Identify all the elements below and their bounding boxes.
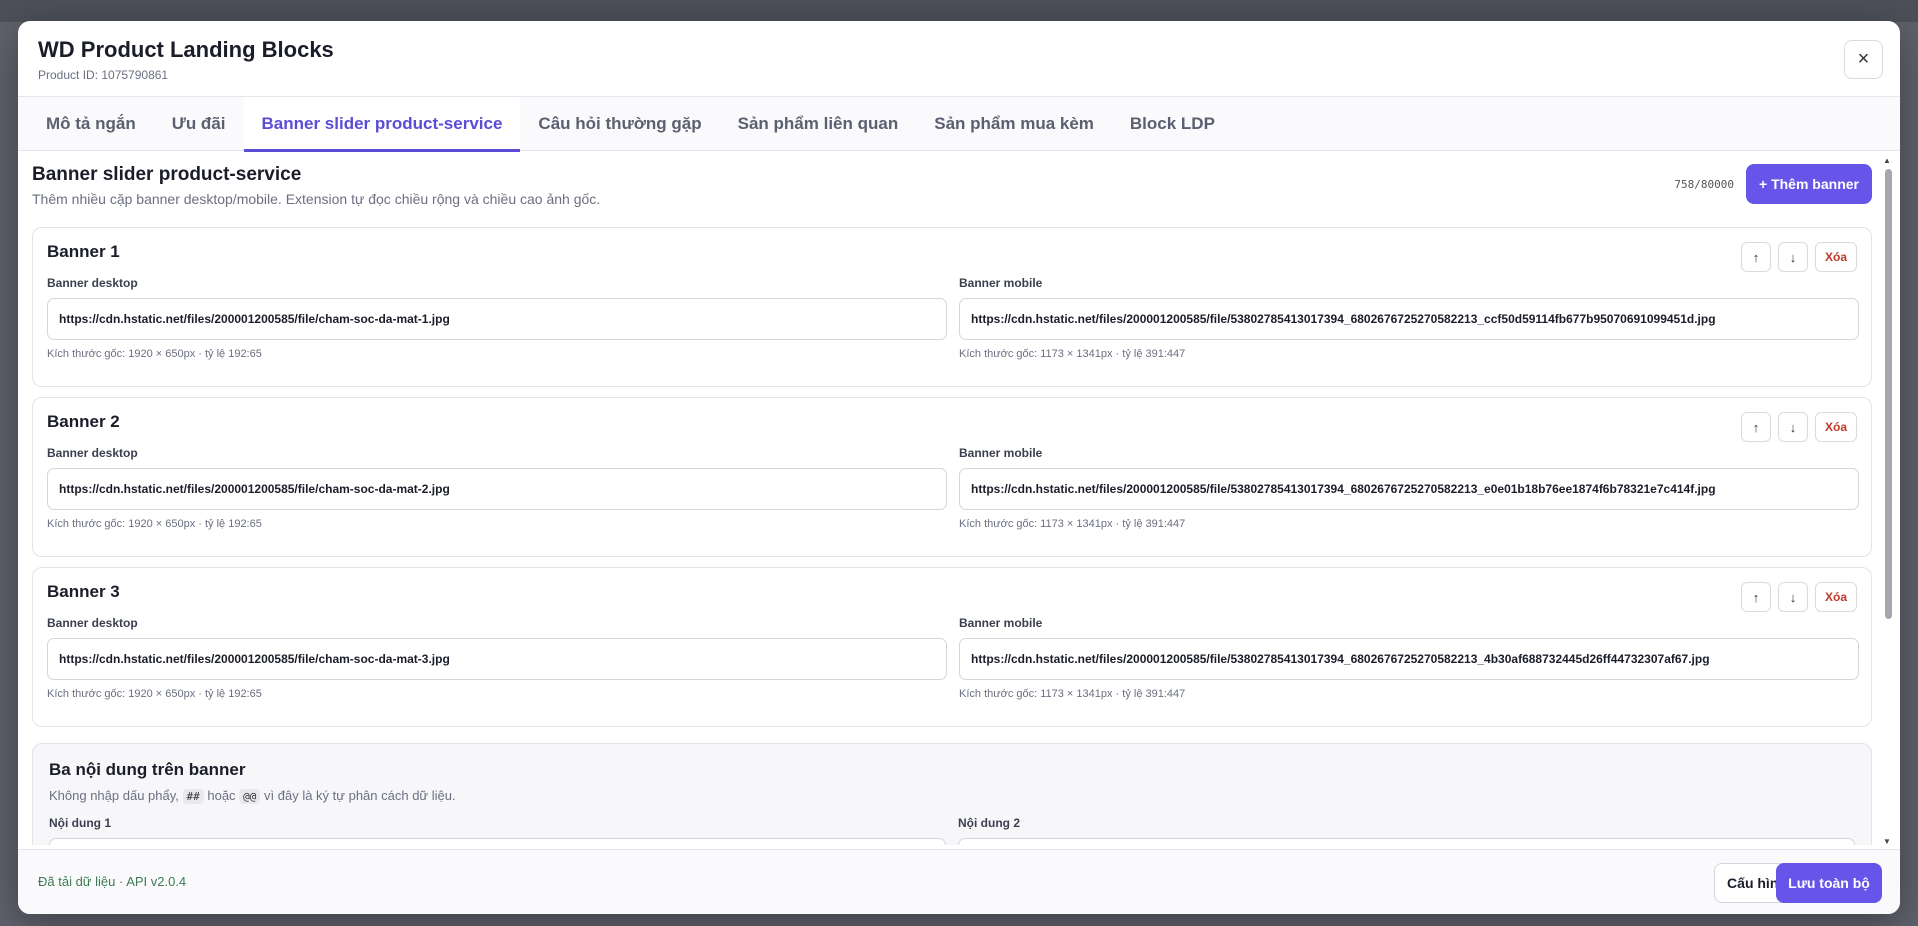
tab-mo-ta-ngan[interactable]: Mô tả ngắn (28, 97, 154, 151)
tab-banner-slider[interactable]: Banner slider product-service (243, 97, 521, 152)
mobile-field-group: Banner mobile https://cdn.hstatic.net/fi… (959, 276, 1859, 360)
close-button[interactable]: × (1844, 40, 1883, 79)
separator-code-1: ## (182, 789, 204, 804)
banner-actions: ↑ ↓ Xóa (1741, 242, 1857, 272)
tab-content: Banner slider product-service Thêm nhiều… (18, 152, 1876, 845)
move-up-button[interactable]: ↑ (1741, 412, 1771, 442)
mobile-label: Banner mobile (959, 276, 1043, 290)
mobile-label: Banner mobile (959, 446, 1043, 460)
desktop-field-group: Banner desktop https://cdn.hstatic.net/f… (47, 616, 947, 700)
mobile-url-input[interactable]: https://cdn.hstatic.net/files/2000012005… (959, 468, 1859, 510)
delete-banner-button[interactable]: Xóa (1815, 412, 1857, 442)
banner-title: Banner 2 (47, 412, 120, 431)
desktop-label: Banner desktop (47, 276, 138, 290)
modal-header: WD Product Landing Blocks Product ID: 10… (18, 21, 1900, 97)
mobile-size-hint: Kích thước gốc: 1173 × 1341px · tỷ lệ 39… (959, 688, 1186, 700)
mobile-field-group: Banner mobile https://cdn.hstatic.net/fi… (959, 616, 1859, 700)
modal-title: WD Product Landing Blocks (38, 37, 334, 62)
content-2-label: Nội dung 2 (958, 816, 1020, 830)
desc-text: Không nhập dấu phẩy, (49, 788, 183, 803)
content-2-group: Nội dung 2 (958, 816, 1855, 845)
tab-uu-dai[interactable]: Ưu đãi (154, 97, 244, 151)
desc-text: hoặc (203, 788, 240, 803)
arrow-down-icon: ↓ (1789, 419, 1797, 435)
status-text: Đã tải dữ liệu · API v2.0.4 (38, 874, 187, 889)
mobile-size-hint: Kích thước gốc: 1173 × 1341px · tỷ lệ 39… (959, 518, 1186, 530)
mobile-url-input[interactable]: https://cdn.hstatic.net/files/2000012005… (959, 638, 1859, 680)
save-all-button[interactable]: Lưu toàn bộ (1776, 863, 1882, 903)
scroll-up-icon[interactable]: ▲ (1883, 156, 1891, 165)
close-icon: × (1857, 48, 1870, 70)
modal-dialog: WD Product Landing Blocks Product ID: 10… (18, 21, 1900, 914)
separator-code-2: @@ (239, 789, 261, 804)
product-id: Product ID: 1075790861 (38, 68, 169, 82)
banner-actions: ↑ ↓ Xóa (1741, 582, 1857, 612)
banner-card: Banner 1 ↑ ↓ Xóa Banner desktop https://… (32, 227, 1872, 387)
section-header: Banner slider product-service Thêm nhiều… (32, 164, 1872, 216)
backdrop-bar (0, 0, 1918, 22)
mobile-url-input[interactable]: https://cdn.hstatic.net/files/2000012005… (959, 298, 1859, 340)
mobile-size-hint: Kích thước gốc: 1173 × 1341px · tỷ lệ 39… (959, 348, 1186, 360)
desktop-field-group: Banner desktop https://cdn.hstatic.net/f… (47, 276, 947, 360)
scroll-down-icon[interactable]: ▼ (1883, 837, 1891, 846)
tab-faq[interactable]: Câu hỏi thường gặp (520, 97, 719, 151)
move-down-button[interactable]: ↓ (1778, 242, 1808, 272)
modal-footer: Đã tải dữ liệu · API v2.0.4 Cấu hình Lưu… (18, 849, 1900, 914)
content-1-group: Nội dung 1 (49, 816, 946, 845)
section-description: Thêm nhiều cặp banner desktop/mobile. Ex… (32, 191, 601, 207)
add-banner-button[interactable]: + Thêm banner (1746, 164, 1872, 204)
delete-banner-button[interactable]: Xóa (1815, 242, 1857, 272)
tab-bundle-products[interactable]: Sản phẩm mua kèm (916, 97, 1112, 151)
desktop-field-group: Banner desktop https://cdn.hstatic.net/f… (47, 446, 947, 530)
section-title: Banner slider product-service (32, 164, 302, 185)
desktop-label: Banner desktop (47, 616, 138, 630)
banner-title: Banner 1 (47, 242, 120, 261)
content-block-description: Không nhập dấu phẩy, ## hoặc @@ vì đây l… (49, 788, 1855, 804)
delete-banner-button[interactable]: Xóa (1815, 582, 1857, 612)
banner-content-block: Ba nội dung trên banner Không nhập dấu p… (32, 743, 1872, 845)
content-block-title: Ba nội dung trên banner (49, 760, 246, 779)
content-1-label: Nội dung 1 (49, 816, 111, 830)
banner-card: Banner 2 ↑ ↓ Xóa Banner desktop https://… (32, 397, 1872, 557)
arrow-up-icon: ↑ (1752, 419, 1760, 435)
arrow-up-icon: ↑ (1752, 249, 1760, 265)
desktop-size-hint: Kích thước gốc: 1920 × 650px · tỷ lệ 192… (47, 518, 262, 530)
scrollbar[interactable]: ▲ ▼ (1880, 156, 1896, 846)
move-down-button[interactable]: ↓ (1778, 412, 1808, 442)
mobile-label: Banner mobile (959, 616, 1043, 630)
content-2-input[interactable] (958, 838, 1855, 845)
arrow-down-icon: ↓ (1789, 589, 1797, 605)
banner-card: Banner 3 ↑ ↓ Xóa Banner desktop https://… (32, 567, 1872, 727)
tab-bar: Mô tả ngắn Ưu đãi Banner slider product-… (18, 97, 1900, 152)
arrow-down-icon: ↓ (1789, 249, 1797, 265)
desktop-label: Banner desktop (47, 446, 138, 460)
tab-block-ldp[interactable]: Block LDP (1112, 97, 1233, 151)
desktop-size-hint: Kích thước gốc: 1920 × 650px · tỷ lệ 192… (47, 348, 262, 360)
banner-actions: ↑ ↓ Xóa (1741, 412, 1857, 442)
desktop-url-input[interactable]: https://cdn.hstatic.net/files/2000012005… (47, 298, 947, 340)
desktop-size-hint: Kích thước gốc: 1920 × 650px · tỷ lệ 192… (47, 688, 262, 700)
move-up-button[interactable]: ↑ (1741, 242, 1771, 272)
mobile-field-group: Banner mobile https://cdn.hstatic.net/fi… (959, 446, 1859, 530)
tab-related-products[interactable]: Sản phẩm liên quan (720, 97, 917, 151)
desktop-url-input[interactable]: https://cdn.hstatic.net/files/2000012005… (47, 468, 947, 510)
banner-title: Banner 3 (47, 582, 120, 601)
arrow-up-icon: ↑ (1752, 589, 1760, 605)
scroll-thumb[interactable] (1885, 169, 1892, 619)
desc-text: vì đây là ký tự phân cách dữ liệu. (260, 788, 456, 803)
move-down-button[interactable]: ↓ (1778, 582, 1808, 612)
desktop-url-input[interactable]: https://cdn.hstatic.net/files/2000012005… (47, 638, 947, 680)
content-1-input[interactable] (49, 838, 946, 845)
move-up-button[interactable]: ↑ (1741, 582, 1771, 612)
character-counter: 758/80000 (1674, 178, 1734, 191)
